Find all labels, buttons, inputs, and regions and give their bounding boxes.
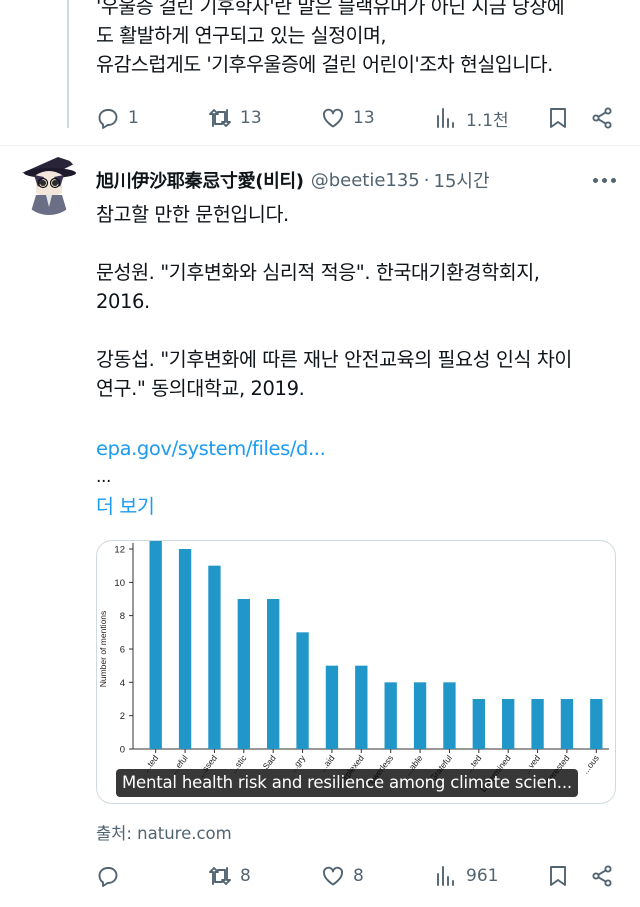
x-tick-label: ...ous	[580, 753, 601, 776]
heart-icon	[323, 108, 343, 128]
reply-button[interactable]	[96, 863, 128, 889]
bookmark-button[interactable]	[546, 863, 570, 889]
bar	[502, 699, 515, 749]
author-name[interactable]: 旭川伊沙耶秦忌寸愛(비티)	[96, 167, 304, 193]
retweet-icon	[209, 867, 231, 885]
avatar[interactable]	[18, 153, 80, 215]
more-dot-icon	[610, 177, 616, 183]
tweet-ellipsis: ...	[96, 467, 112, 487]
share-button[interactable]	[590, 105, 614, 131]
bar	[296, 632, 309, 749]
bar	[355, 665, 368, 749]
tweet-link[interactable]: epa.gov/system/files/d...	[96, 434, 626, 463]
card-source[interactable]: 출처: nature.com	[96, 820, 232, 844]
more-dot-icon	[592, 177, 598, 183]
views-icon	[437, 866, 454, 886]
bar	[531, 699, 544, 749]
more-options-button[interactable]	[588, 168, 620, 192]
like-count: 8	[353, 866, 364, 886]
views-count: 961	[466, 866, 499, 886]
link-card[interactable]: 0 2 4 6 8 10 12 Number of mentions ...ted ...eful…	[96, 540, 616, 804]
bookmark-button[interactable]	[546, 105, 570, 131]
bar	[472, 699, 485, 749]
previous-tweet-line: 유감스럽게도 '기후우울증에 걸린 어린이'조차 현실입니다.	[96, 53, 553, 76]
y-tick-label: 10	[114, 578, 125, 589]
retweet-count: 13	[240, 108, 262, 128]
y-tick-label: 6	[120, 645, 125, 656]
previous-tweet-line: '우울증 걸린 기후학자'란 말은 블랙유머가 아닌 지금 당장에	[96, 0, 565, 18]
thread-connector-line	[67, 0, 69, 128]
y-tick-label: 12	[114, 545, 125, 556]
bar	[178, 549, 192, 749]
author-handle[interactable]: @beetie135	[311, 170, 420, 191]
y-tick-label: 2	[120, 711, 125, 722]
previous-tweet-text: '우울증 걸린 기후학자'란 말은 블랙유머가 아닌 지금 당장에 도 활발하게…	[96, 0, 626, 79]
reply-count: 1	[128, 108, 139, 128]
retweet-button[interactable]: 8	[208, 863, 251, 889]
reply-icon	[98, 109, 118, 129]
reference-2-line-2: 연구." 동의대학교, 2019.	[96, 377, 305, 400]
avatar-illustration	[18, 153, 80, 215]
share-icon	[592, 107, 612, 129]
views-button[interactable]: 1.1천	[434, 105, 509, 131]
y-tick-label: 8	[120, 611, 125, 622]
tweet-actions: 8 8 961	[96, 863, 626, 889]
tweet-time[interactable]: 15시간	[434, 167, 490, 193]
bar	[590, 699, 603, 749]
y-tick-label: 4	[120, 678, 125, 689]
y-axis-label: Number of mentions	[98, 611, 108, 688]
reference-1-line-1: 문성원. "기후변화와 심리적 적응". 한국대기환경학회지,	[96, 261, 540, 284]
views-count: 1.1천	[466, 110, 509, 131]
reply-icon	[98, 867, 118, 887]
heart-icon	[323, 866, 343, 886]
retweet-icon	[209, 109, 231, 127]
bookmark-icon	[550, 108, 566, 128]
retweet-count: 8	[240, 866, 251, 886]
bookmark-icon	[550, 866, 566, 886]
bar	[560, 699, 574, 749]
tweet-header: 旭川伊沙耶秦忌寸愛(비티) @beetie135 · 15시간	[96, 166, 490, 194]
reference-2-line-1: 강동섭. "기후변화에 따른 재난 안전교육의 필요성 인식 차이	[96, 348, 572, 371]
bar	[237, 599, 250, 749]
y-tick-label: 0	[120, 745, 125, 756]
bar	[267, 599, 280, 749]
bar	[149, 541, 162, 749]
share-icon	[592, 865, 612, 887]
more-dot-icon	[601, 177, 607, 183]
reply-button[interactable]: 1	[96, 105, 139, 131]
bar-chart: 024681012Number of mentions...ted ...eful…	[98, 541, 609, 794]
bar	[384, 682, 397, 749]
retweet-button[interactable]: 13	[208, 105, 262, 131]
bar	[208, 565, 221, 749]
like-button[interactable]: 8	[321, 863, 364, 889]
share-button[interactable]	[590, 863, 614, 889]
bar	[325, 665, 339, 749]
like-count: 13	[353, 108, 375, 128]
previous-tweet-actions: 1 13 13 1.1천	[96, 105, 626, 131]
reference-1-line-2: 2016.	[96, 290, 150, 313]
views-icon	[437, 108, 454, 128]
bar	[443, 682, 456, 749]
previous-tweet-line: 도 활발하게 연구되고 있는 실정이며,	[96, 24, 387, 47]
like-button[interactable]: 13	[321, 105, 375, 131]
bar	[413, 682, 427, 749]
show-more-link[interactable]: 더 보기	[96, 492, 626, 521]
tweet-intro: 참고할 만한 문헌입니다.	[96, 203, 289, 226]
separator-dot: ·	[423, 169, 430, 191]
views-button[interactable]: 961	[434, 863, 498, 889]
card-caption[interactable]: Mental health risk and resilience among …	[116, 769, 578, 797]
tweet-divider	[0, 145, 640, 146]
